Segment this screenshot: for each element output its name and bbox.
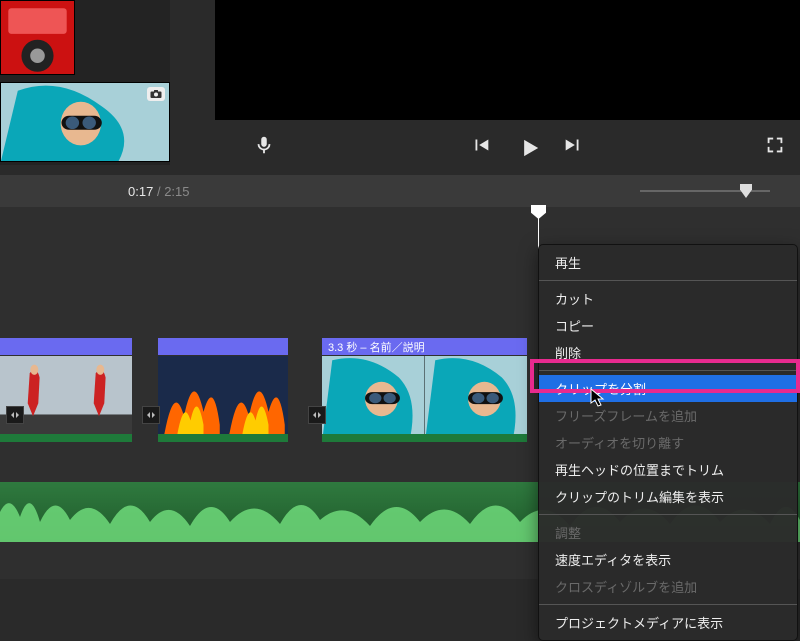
camera-badge (147, 87, 165, 101)
voiceover-button[interactable] (253, 134, 275, 156)
menu-separator (539, 514, 797, 515)
menu-item[interactable]: 再生 (539, 249, 797, 276)
menu-item[interactable]: プロジェクトメディアに表示 (539, 609, 797, 636)
clip-label-text: 3.3 秒 – 名前／説明 (328, 339, 425, 355)
menu-item: フリーズフレームを追加 (539, 402, 797, 429)
menu-item[interactable]: 再生ヘッドの位置までトリム (539, 456, 797, 483)
prev-button[interactable] (470, 134, 492, 156)
thumb-car[interactable] (0, 0, 75, 75)
menu-item[interactable]: クリップのトリム編集を表示 (539, 483, 797, 510)
menu-item[interactable]: 速度エディタを表示 (539, 546, 797, 573)
timeline-clip[interactable] (158, 356, 288, 442)
clip-label-bar[interactable] (158, 338, 288, 355)
menu-item: 調整 (539, 519, 797, 546)
play-button[interactable] (516, 134, 538, 156)
thumb-bluehair[interactable] (0, 82, 170, 162)
transition-marker[interactable] (308, 406, 326, 424)
time-current: 0:17 (128, 184, 153, 199)
menu-item: クロスディゾルブを追加 (539, 573, 797, 600)
clip-label-bar[interactable]: 3.3 秒 – 名前／説明 (322, 338, 527, 355)
menu-separator (539, 604, 797, 605)
timecode: 0:17 / 2:15 (128, 184, 190, 199)
cursor-icon (590, 388, 606, 408)
timecode-row: 0:17 / 2:15 (0, 175, 800, 207)
timeline-clip[interactable] (0, 356, 132, 442)
menu-item: オーディオを切り離す (539, 429, 797, 456)
timeline-clip[interactable] (322, 356, 527, 442)
menu-item[interactable]: 削除 (539, 339, 797, 366)
transition-marker[interactable] (6, 406, 24, 424)
time-duration: 2:15 (164, 184, 189, 199)
zoom-knob[interactable] (740, 184, 752, 198)
fullscreen-button[interactable] (764, 134, 786, 156)
menu-separator (539, 370, 797, 371)
media-browser (0, 0, 170, 165)
transition-marker[interactable] (142, 406, 160, 424)
menu-item[interactable]: コピー (539, 312, 797, 339)
context-menu[interactable]: 再生カットコピー削除クリップを分割フリーズフレームを追加オーディオを切り離す再生… (538, 244, 798, 641)
playhead-handle[interactable] (531, 205, 546, 219)
menu-item[interactable]: カット (539, 285, 797, 312)
next-button[interactable] (562, 134, 584, 156)
menu-separator (539, 280, 797, 281)
menu-item[interactable]: クリップを分割 (539, 375, 797, 402)
preview-viewer (215, 0, 800, 120)
playback-bar (215, 125, 800, 165)
clip-label-bar[interactable] (0, 338, 132, 355)
